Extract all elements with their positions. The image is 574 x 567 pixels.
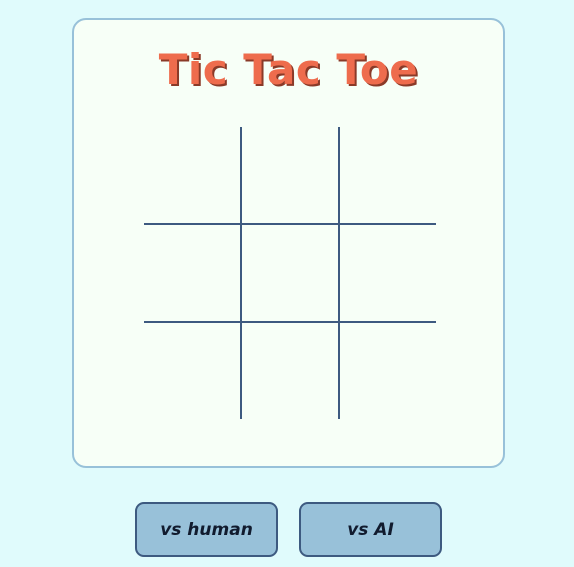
board-cell-9[interactable] xyxy=(340,323,437,420)
board-cell-1[interactable] xyxy=(144,127,241,224)
vs-human-button[interactable]: vs human xyxy=(135,502,278,557)
board-cell-2[interactable] xyxy=(242,127,339,224)
board-cell-6[interactable] xyxy=(340,225,437,322)
board-cell-8[interactable] xyxy=(242,323,339,420)
board-cell-4[interactable] xyxy=(144,225,241,322)
board-cell-7[interactable] xyxy=(144,323,241,420)
game-board xyxy=(144,127,436,419)
game-title: Tic Tac Toe xyxy=(158,45,419,94)
board-cell-3[interactable] xyxy=(340,127,437,224)
vs-ai-button[interactable]: vs AI xyxy=(299,502,442,557)
game-panel: Tic Tac Toe xyxy=(72,18,505,468)
app-stage: Tic Tac Toe vs human vs AI xyxy=(0,0,574,567)
board-cell-5[interactable] xyxy=(242,225,339,322)
